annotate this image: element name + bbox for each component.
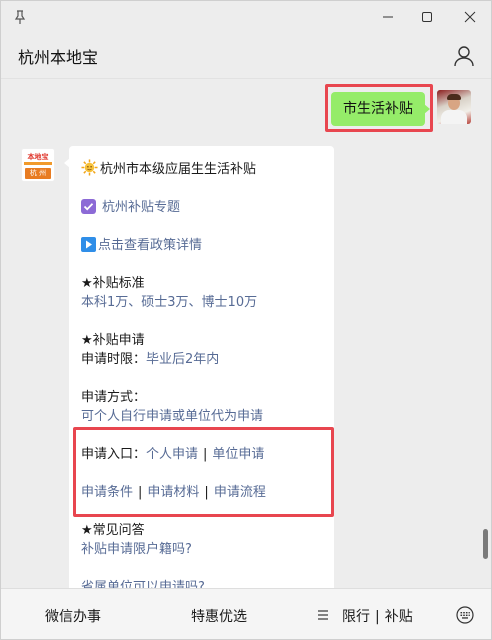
bot-logo-text: 本地宝 bbox=[27, 153, 49, 161]
apply-period-value[interactable]: 毕业后2年内 bbox=[146, 352, 219, 367]
keyboard-icon[interactable] bbox=[456, 606, 474, 624]
checkbox-icon bbox=[81, 199, 96, 214]
topic-link[interactable]: 杭州补贴专题 bbox=[81, 196, 180, 215]
minimize-button[interactable] bbox=[377, 7, 399, 27]
apply-method-label: 申请方式： bbox=[81, 390, 147, 405]
scrollbar-thumb[interactable] bbox=[483, 529, 488, 559]
maximize-icon bbox=[422, 12, 432, 22]
sun-emoji-icon bbox=[81, 159, 98, 176]
bot-logo-city: 杭 州 bbox=[25, 168, 51, 179]
bottom-menu: 微信办事 特惠优选 限行 | 补贴 bbox=[1, 588, 491, 639]
apply-method-value[interactable]: 可个人自行申请或单位代为申请 bbox=[81, 405, 263, 424]
menu-list-icon bbox=[318, 610, 328, 620]
message-title: 杭州市本级应届生生活补贴 bbox=[81, 158, 256, 177]
chat-area[interactable]: 市生活补贴 本地宝 杭 州 杭州市本级应届生生活补贴 杭州补贴专题 点击查看政策… bbox=[1, 80, 491, 588]
user-avatar[interactable] bbox=[437, 90, 471, 124]
bot-avatar[interactable]: 本地宝 杭 州 bbox=[21, 148, 55, 182]
menu-item-wechat-service[interactable]: 微信办事 bbox=[45, 606, 101, 626]
play-icon bbox=[81, 237, 96, 252]
close-button[interactable] bbox=[459, 7, 481, 27]
chat-header: 杭州本地宝 bbox=[1, 33, 491, 79]
highlight-box bbox=[73, 427, 334, 517]
policy-detail-link[interactable]: 点击查看政策详情 bbox=[81, 234, 202, 253]
pin-icon[interactable] bbox=[12, 9, 28, 25]
title-bar bbox=[1, 1, 491, 33]
maximize-button[interactable] bbox=[416, 7, 438, 27]
wechat-chat-window: 杭州本地宝 市生活补贴 本地宝 杭 州 杭州市本级应届生生活补贴 杭州补贴专题 … bbox=[0, 0, 492, 640]
apply-heading: ★补贴申请 bbox=[81, 333, 145, 348]
apply-period: 申请时限：毕业后2年内 bbox=[81, 352, 220, 367]
close-icon bbox=[464, 11, 476, 23]
profile-icon[interactable] bbox=[452, 44, 476, 68]
menu-item-discounts[interactable]: 特惠优选 bbox=[191, 606, 247, 626]
standard-heading: ★补贴标准 bbox=[81, 276, 145, 291]
bot-message-bubble: 杭州市本级应届生生活补贴 杭州补贴专题 点击查看政策详情 ★补贴标准 本科1万、… bbox=[64, 146, 334, 588]
faq-link-1[interactable]: 补贴申请限户籍吗? bbox=[81, 538, 192, 557]
chat-title: 杭州本地宝 bbox=[18, 48, 99, 67]
minimize-icon bbox=[383, 16, 393, 18]
faq-link-2[interactable]: 省属单位可以申请吗? bbox=[81, 576, 205, 588]
standard-value[interactable]: 本科1万、硕士3万、博士10万 bbox=[81, 291, 257, 310]
faq-heading: ★常见问答 bbox=[81, 523, 145, 538]
menu-item-restriction-subsidy[interactable]: 限行 | 补贴 bbox=[342, 606, 413, 626]
user-message-bubble[interactable]: 市生活补贴 bbox=[331, 92, 430, 126]
